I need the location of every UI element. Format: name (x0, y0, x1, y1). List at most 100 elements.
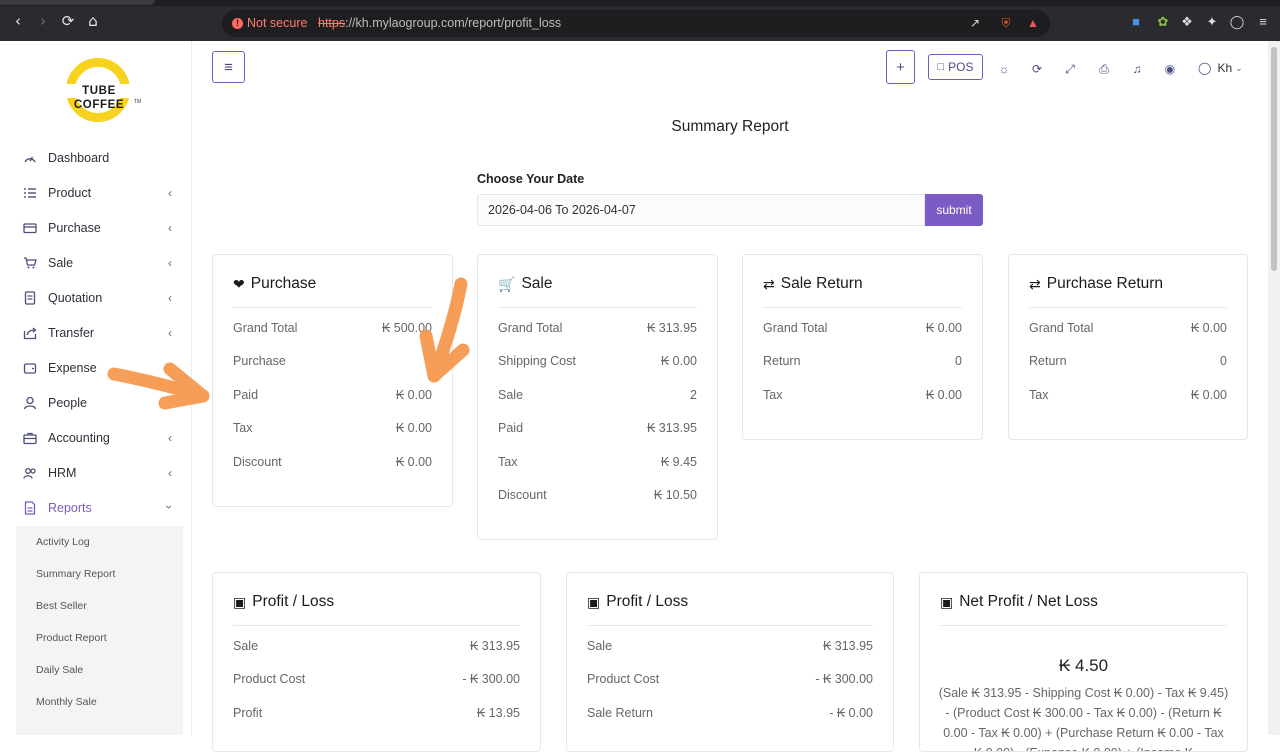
card-title: Purchase (250, 275, 317, 292)
refresh-icon[interactable]: ⟳ (1029, 61, 1045, 77)
add-button[interactable]: + (886, 50, 915, 84)
row-label: Sale (498, 387, 524, 402)
reports-submenu: Activity Log Summary Report Best Seller … (16, 526, 183, 735)
rewards-icon[interactable]: ▲ (1026, 16, 1040, 30)
row-label: Shipping Cost (498, 354, 576, 369)
money-icon: ▣ (233, 594, 247, 610)
back-icon[interactable]: ‹ (10, 13, 26, 29)
page-scrollbar[interactable] (1268, 41, 1280, 735)
card-row: Tax ₭ 0.00 (763, 388, 962, 421)
menu-toggle-button[interactable]: ≡ (212, 51, 245, 83)
sidebar: TUBE COFFEE TM Dashboard Product ‹ Purch… (0, 41, 192, 735)
sidebar-item-reports[interactable]: Reports ‹ (0, 490, 192, 525)
share-page-icon[interactable]: ↗ (968, 16, 982, 30)
sidebar-item-transfer[interactable]: Transfer ‹ (0, 315, 192, 350)
url-text[interactable]: https://kh.mylaogroup.com/report/profit_… (318, 16, 561, 30)
pos-button[interactable]: □ POS (928, 54, 983, 80)
sidebar-item-quotation[interactable]: Quotation ‹ (0, 280, 192, 315)
extension-fj-icon[interactable]: ■ (1128, 14, 1144, 30)
wallet-icon (22, 360, 38, 376)
user-menu[interactable]: ◯ Kh ⌄ (1198, 61, 1243, 75)
user-icon: ◯ (1198, 61, 1212, 75)
row-value: ₭ 313.95 (469, 639, 520, 653)
sidebar-item-purchase[interactable]: Purchase ‹ (0, 210, 192, 245)
card-row: Sale ₭ 313.95 (587, 639, 873, 672)
plus-icon: + (896, 58, 905, 76)
sidebar-item-label: Product (48, 185, 92, 200)
card-row: Product Cost - ₭ 300.00 (587, 672, 873, 705)
sidebar-item-sale[interactable]: Sale ‹ (0, 245, 192, 280)
sidebar-item-hrm[interactable]: HRM ‹ (0, 455, 192, 490)
heart-icon: ❤ (233, 276, 245, 292)
card-row: Sale Return - ₭ 0.00 (587, 706, 873, 739)
submenu-best-seller[interactable]: Best Seller (16, 590, 183, 622)
vpn-shield-icon[interactable]: ◯ (1229, 14, 1245, 30)
page-title: Summary Report (671, 118, 789, 135)
row-label: Paid (233, 387, 259, 402)
chevron-down-icon: ⌄ (1235, 62, 1243, 73)
forward-icon[interactable]: › (35, 13, 51, 29)
browser-menu-icon[interactable]: ≡ (1255, 14, 1271, 30)
globe-icon[interactable]: ◉ (1162, 61, 1178, 77)
sidebar-item-product[interactable]: Product ‹ (0, 175, 192, 210)
card-row: Product Cost - ₭ 300.00 (233, 672, 520, 705)
purchase-card: ❤ Purchase Grand Total ₭ 500.00 Purchase P… (212, 254, 453, 507)
date-range-input[interactable] (477, 194, 925, 226)
date-label: Choose Your Date (477, 172, 585, 186)
card-row: Grand Total ₭ 0.00 (1029, 321, 1227, 354)
row-label: Tax (233, 421, 253, 436)
sidebar-item-people[interactable]: People (0, 385, 192, 420)
card-row: Discount ₭ 10.50 (498, 488, 697, 521)
brave-shield-icon[interactable]: ⛨ (999, 16, 1013, 30)
card-title: Net Profit / Net Loss (959, 593, 1098, 610)
briefcase-icon (22, 430, 38, 446)
submenu-activity-log[interactable]: Activity Log (16, 526, 183, 558)
fullscreen-icon[interactable]: ⤢ (1062, 61, 1078, 77)
row-label: Discount (498, 487, 547, 502)
active-tab-edge[interactable] (0, 0, 155, 5)
address-bar[interactable]: ! Not secure https://kh.mylaogroup.com/r… (222, 10, 1050, 37)
submenu-product-report[interactable]: Product Report (16, 622, 183, 654)
row-value: ₭ 500.00 (381, 321, 432, 335)
home-icon[interactable]: ⌂ (85, 13, 101, 29)
reload-icon[interactable]: ⟳ (60, 13, 76, 29)
sidebar-item-expense[interactable]: Expense (0, 350, 192, 385)
theme-sun-icon[interactable]: ☼ (996, 61, 1012, 77)
lock-icon: □ (937, 61, 945, 73)
sidebar-item-dashboard[interactable]: Dashboard (0, 140, 192, 175)
row-label: Profit (233, 705, 263, 720)
extension-leaf-icon[interactable]: ✿ (1155, 14, 1171, 30)
printer-icon[interactable]: ⎙ (1096, 61, 1112, 77)
card-row: Paid ₭ 313.95 (498, 421, 697, 454)
chevron-left-icon: ‹ (168, 431, 172, 445)
shuffle-icon: ⇄ (763, 276, 775, 292)
document-icon (22, 290, 38, 306)
sidebar-item-accounting[interactable]: Accounting ‹ (0, 420, 192, 455)
main-content: ≡ + □ POS ☼ ⟳ ⤢ ⎙ ♫ ◉ ◯ Kh ⌄ Summary Report… (192, 41, 1268, 752)
row-value: ₭ 313.95 (822, 639, 873, 653)
card-row: Paid ₭ 0.00 (233, 388, 432, 421)
card-row: Discount ₭ 0.00 (233, 455, 432, 488)
sidebar-item-label: Expense (48, 360, 97, 375)
card-title: Profit / Loss (252, 593, 335, 610)
ai-sparkle-icon[interactable]: ✦ (1204, 14, 1220, 30)
submenu-monthly-sale[interactable]: Monthly Sale (16, 686, 183, 718)
scrollbar-thumb[interactable] (1271, 47, 1277, 271)
row-label: Product Cost (233, 672, 306, 687)
net-profit-formula: (Sale ₭ 313.95 - Shipping Cost ₭ 0.00) -… (938, 686, 1229, 751)
card-header: ▣ Profit / Loss (587, 593, 873, 626)
card-row: Sale 2 (498, 388, 697, 421)
submenu-daily-sale[interactable]: Daily Sale (16, 654, 183, 686)
submit-button[interactable]: submit (925, 194, 983, 226)
extensions-puzzle-icon[interactable]: ❖ (1179, 14, 1195, 30)
row-value: 2 (690, 387, 697, 402)
card-row: Tax ₭ 0.00 (1029, 388, 1227, 421)
row-value: ₭ 0.00 (395, 387, 432, 402)
card-row: Purchase (233, 354, 432, 387)
card-row: Grand Total ₭ 0.00 (763, 321, 962, 354)
bell-icon[interactable]: ♫ (1129, 61, 1145, 77)
tube-coffee-logo[interactable]: TUBE COFFEE TM (56, 58, 142, 124)
people-icon (22, 465, 38, 481)
submenu-summary-report[interactable]: Summary Report (16, 558, 183, 590)
row-value: ₭ 313.95 (646, 321, 697, 335)
